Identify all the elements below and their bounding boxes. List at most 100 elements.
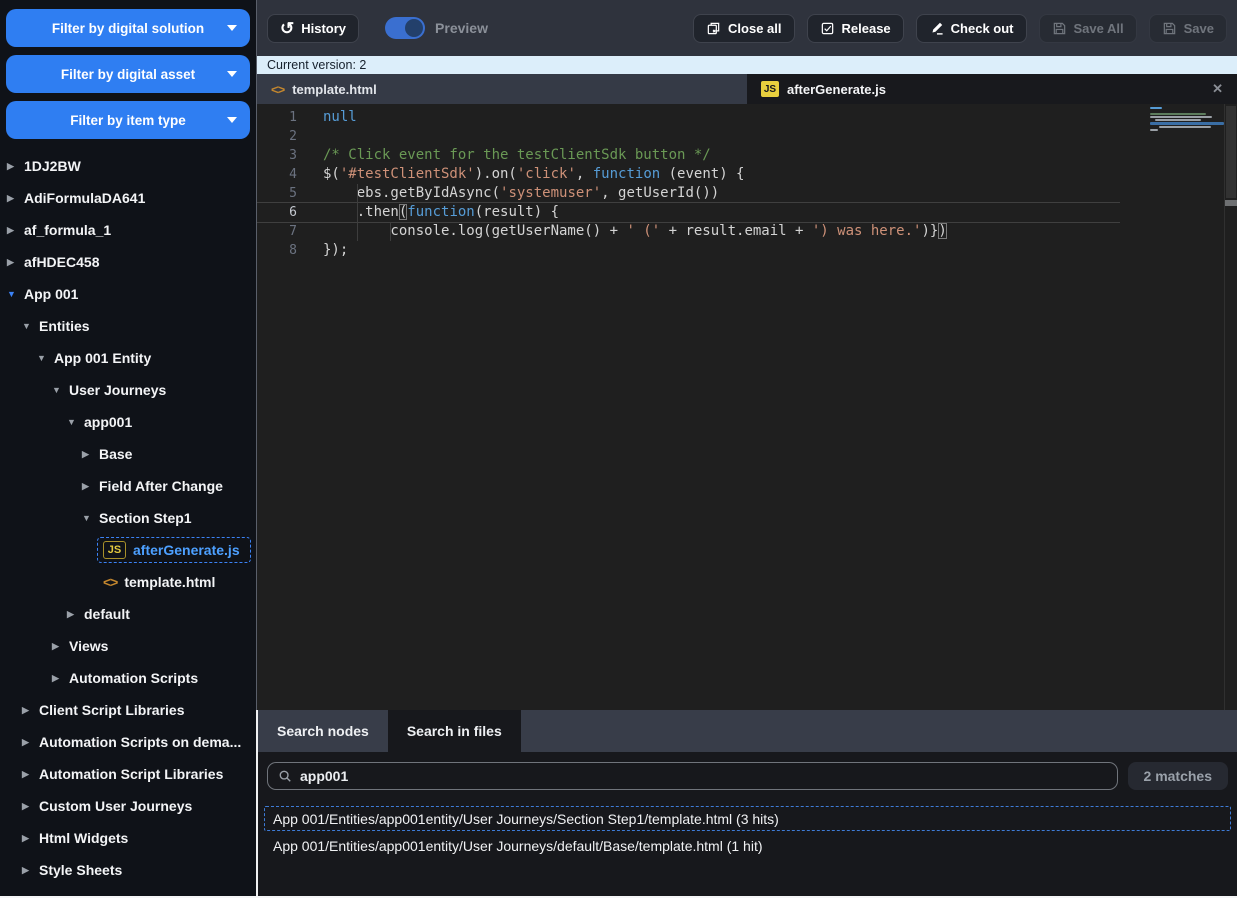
tree-item-app001[interactable]: ▼ app001: [0, 406, 256, 438]
chevron-expanded-icon[interactable]: ▼: [67, 406, 84, 438]
search-result-row[interactable]: App 001/Entities/app001entity/User Journ…: [264, 833, 1231, 858]
chevron-collapsed-icon[interactable]: ▶: [22, 758, 39, 790]
tab-aftergenerate-js[interactable]: JS afterGenerate.js ✕: [747, 74, 1237, 104]
tree-item-automation-script-libraries[interactable]: ▶ Automation Script Libraries: [0, 758, 256, 790]
search-result-row[interactable]: App 001/Entities/app001entity/User Journ…: [264, 806, 1231, 831]
chevron-collapsed-icon[interactable]: ▶: [7, 214, 24, 246]
tree-item-entities[interactable]: ▼ Entities: [0, 310, 256, 342]
chevron-expanded-icon[interactable]: ▼: [7, 278, 24, 310]
tree-item-section-step1[interactable]: ▼ Section Step1: [0, 502, 256, 534]
tree-item-label: afHDEC458: [24, 254, 100, 270]
chevron-collapsed-icon[interactable]: ▶: [22, 822, 39, 854]
save-all-button[interactable]: Save All: [1038, 13, 1137, 43]
code-line-5[interactable]: 5 ebs.getByIdAsync('systemuser', getUser…: [257, 184, 1120, 203]
search-results: App 001/Entities/app001entity/User Journ…: [258, 806, 1237, 860]
close-all-button[interactable]: Close all: [693, 13, 795, 43]
chevron-collapsed-icon[interactable]: ▶: [52, 630, 69, 662]
caret-down-icon: [227, 25, 237, 31]
tree-item-label: af_formula_1: [24, 222, 112, 238]
check-out-button[interactable]: Check out: [915, 13, 1027, 43]
scrollbar-thumb[interactable]: [1226, 106, 1236, 198]
search-panel-tabs: Search nodes Search in files: [258, 710, 1237, 752]
chevron-collapsed-icon[interactable]: ▶: [67, 598, 84, 630]
editor-tabstrip: <> template.html JS afterGenerate.js ✕: [257, 74, 1237, 104]
tree-item-label: AdiFormulaDA641: [24, 190, 146, 206]
save-all-label: Save All: [1073, 20, 1124, 36]
chevron-collapsed-icon[interactable]: ▶: [7, 182, 24, 214]
line-number: 1: [289, 110, 297, 125]
chevron-expanded-icon[interactable]: ▼: [52, 374, 69, 406]
tree-item-style-sheets[interactable]: ▶ Style Sheets: [0, 854, 256, 886]
code-line-3[interactable]: 3 /* Click event for the testClientSdk bu…: [257, 146, 1120, 165]
minimap-line: [1150, 107, 1162, 109]
code-line-4[interactable]: 4 $('#testClientSdk').on('click', functio…: [257, 165, 1120, 184]
chevron-collapsed-icon[interactable]: ▶: [82, 470, 99, 502]
chevron-collapsed-icon[interactable]: ▶: [22, 854, 39, 886]
chevron-collapsed-icon[interactable]: ▶: [22, 790, 39, 822]
tree-item-1dj2bw[interactable]: ▶ 1DJ2BW: [0, 150, 256, 182]
tree-item-app-001[interactable]: ▼ App 001: [0, 278, 256, 310]
tree-item-field-after-change[interactable]: ▶ Field After Change: [0, 470, 256, 502]
tree-item-af-formula-1[interactable]: ▶ af_formula_1: [0, 214, 256, 246]
code-line-7[interactable]: 7 console.log(getUserName() + ' (' + res…: [257, 222, 1120, 241]
tree-item-base[interactable]: ▶ Base: [0, 438, 256, 470]
js-file-icon: JS: [103, 541, 126, 559]
tree-item-template-html[interactable]: <> template.html: [0, 566, 256, 598]
code-line-6[interactable]: 6 .then(function(result) {: [257, 203, 1120, 222]
filter-digital-solution-button[interactable]: Filter by digital solution: [6, 9, 250, 47]
tree-item-app-001-entity[interactable]: ▼ App 001 Entity: [0, 342, 256, 374]
code-editor[interactable]: 1 null 2 3 /* Click event for the testClient…: [257, 104, 1237, 710]
search-row: 2 matches: [258, 752, 1237, 790]
html-file-icon: <>: [271, 81, 285, 97]
release-label: Release: [841, 20, 891, 36]
tree-item-default[interactable]: ▶ default: [0, 598, 256, 630]
code-line-8[interactable]: 8});: [257, 241, 1120, 260]
release-button[interactable]: Release: [806, 13, 904, 43]
search-input[interactable]: [300, 768, 1107, 784]
chevron-expanded-icon[interactable]: ▼: [22, 310, 39, 342]
preview-toggle[interactable]: [385, 17, 426, 39]
tree-item-client-script-libraries[interactable]: ▶ Client Script Libraries: [0, 694, 256, 726]
tree-item-views[interactable]: ▶ Views: [0, 630, 256, 662]
close-all-icon: [707, 22, 720, 34]
chevron-collapsed-icon[interactable]: ▶: [82, 438, 99, 470]
chevron-collapsed-icon[interactable]: ▶: [22, 694, 39, 726]
code-line-2[interactable]: 2: [257, 127, 1120, 146]
filter-item-type-button[interactable]: Filter by item type: [6, 101, 250, 139]
tree-item-label: Entities: [39, 318, 90, 334]
tree-item-label: Automation Script Libraries: [39, 766, 224, 782]
save-all-icon: [1053, 22, 1065, 34]
line-text: null: [323, 109, 357, 125]
html-file-icon: <>: [103, 574, 118, 590]
chevron-collapsed-icon[interactable]: ▶: [22, 726, 39, 758]
tab-template-html[interactable]: <> template.html: [257, 74, 747, 104]
tree-item-aftergenerate-js[interactable]: JS afterGenerate.js: [0, 534, 256, 566]
editor-scrollbar[interactable]: [1224, 104, 1237, 710]
version-banner: Current version: 2: [257, 56, 1237, 74]
tree-item-afhdec458[interactable]: ▶ afHDEC458: [0, 246, 256, 278]
tree-item-automation-scripts-on-dema[interactable]: ▶ Automation Scripts on dema...: [0, 726, 256, 758]
tree-item-label: User Journeys: [69, 382, 167, 398]
tab-search-in-files[interactable]: Search in files: [387, 710, 521, 752]
chevron-collapsed-icon[interactable]: ▶: [7, 150, 24, 182]
tree-item-label: template.html: [124, 574, 216, 590]
tree-item-custom-user-journeys[interactable]: ▶ Custom User Journeys: [0, 790, 256, 822]
minimap-line: [1150, 122, 1224, 125]
tree-item-user-journeys[interactable]: ▼ User Journeys: [0, 374, 256, 406]
chevron-collapsed-icon[interactable]: ▶: [52, 662, 69, 694]
tab-search-nodes[interactable]: Search nodes: [258, 710, 388, 752]
matches-count-badge: 2 matches: [1127, 762, 1228, 790]
filter-digital-asset-button[interactable]: Filter by digital asset: [6, 55, 250, 93]
close-tab-icon[interactable]: ✕: [1212, 81, 1223, 97]
minimap[interactable]: [1150, 107, 1224, 132]
chevron-expanded-icon[interactable]: ▼: [37, 342, 54, 374]
save-button[interactable]: Save: [1148, 13, 1227, 43]
tree-item-automation-scripts[interactable]: ▶ Automation Scripts: [0, 662, 256, 694]
chevron-collapsed-icon[interactable]: ▶: [7, 246, 24, 278]
tree-item-adiformulada641[interactable]: ▶ AdiFormulaDA641: [0, 182, 256, 214]
history-button[interactable]: ↺ History: [267, 13, 360, 43]
chevron-expanded-icon[interactable]: ▼: [82, 502, 99, 534]
tree-item-html-widgets[interactable]: ▶ Html Widgets: [0, 822, 256, 854]
search-input-box[interactable]: [267, 762, 1118, 790]
code-line-1[interactable]: 1 null: [257, 108, 1120, 127]
